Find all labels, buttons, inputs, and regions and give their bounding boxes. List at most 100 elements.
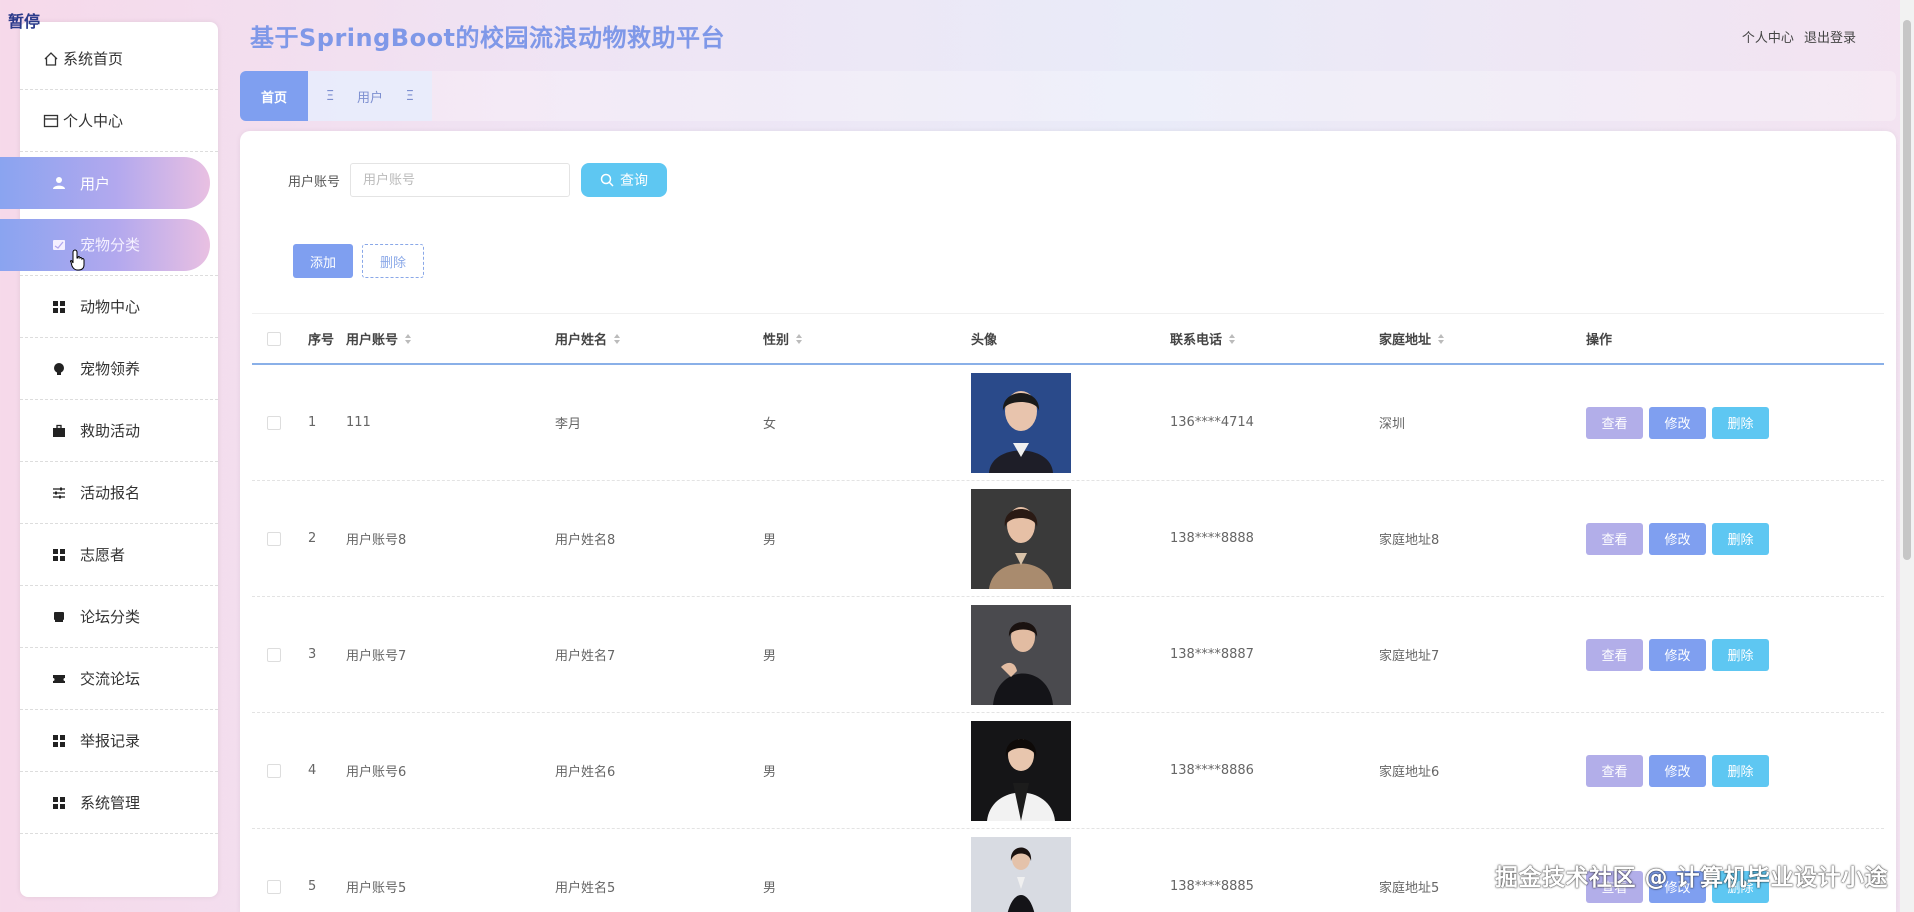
add-button[interactable]: 添加 — [293, 244, 353, 278]
cell-gender: 男 — [763, 533, 777, 548]
hand-cursor-icon — [70, 249, 86, 275]
tab-user[interactable]: Ξ 用户 Ξ — [308, 71, 432, 121]
sidebar-item-volunteer[interactable]: 志愿者 — [20, 524, 218, 586]
sidebar-item-forum-category[interactable]: 论坛分类 — [20, 586, 218, 648]
search-button[interactable]: 查询 — [581, 163, 668, 197]
scrollbar-thumb[interactable] — [1903, 20, 1911, 560]
sidebar-item-user[interactable]: 用户 — [0, 152, 218, 214]
main-panel: 用户账号 查询 添加 删除 序号 用户账号 用户姓名 性别 头像 联系电话 家庭… — [240, 131, 1896, 912]
grid-icon — [50, 732, 68, 750]
search-row: 用户账号 查询 — [288, 163, 668, 197]
cell-address: 家庭地址7 — [1379, 649, 1440, 664]
cell-name: 用户姓名7 — [555, 649, 616, 664]
view-button[interactable]: 查看 — [1586, 406, 1643, 439]
cell-account: 用户账号8 — [346, 533, 407, 548]
sidebar-item-pet-category[interactable]: 宠物分类 — [0, 214, 218, 276]
app-title: 基于SpringBoot的校园流浪动物救助平台 — [250, 24, 726, 52]
header-name[interactable]: 用户姓名 — [555, 329, 763, 348]
cell-phone: 136****4714 — [1170, 415, 1254, 430]
cell-idx: 3 — [308, 647, 317, 662]
cell-account: 用户账号6 — [346, 765, 407, 780]
table-row: 2 用户账号8 用户姓名8 男 138****8888 家庭地址8 查看 修改 … — [252, 481, 1884, 597]
delete-button[interactable]: 删除 — [1712, 638, 1769, 671]
header-address[interactable]: 家庭地址 — [1379, 329, 1586, 348]
view-button[interactable]: 查看 — [1586, 638, 1643, 671]
sidebar-item-personal[interactable]: 个人中心 — [20, 90, 218, 152]
row-checkbox[interactable] — [267, 647, 281, 662]
sidebar-item-system[interactable]: 系统管理 — [20, 772, 218, 834]
cell-idx: 4 — [308, 763, 317, 778]
sidebar-item-forum[interactable]: 交流论坛 — [20, 648, 218, 710]
avatar[interactable] — [971, 488, 1071, 589]
grid-icon — [50, 298, 68, 316]
avatar[interactable] — [971, 604, 1071, 705]
search-label: 用户账号 — [288, 174, 341, 190]
avatar[interactable] — [971, 372, 1071, 473]
header-account[interactable]: 用户账号 — [346, 329, 555, 348]
cell-name: 李月 — [555, 417, 582, 432]
search-input[interactable] — [350, 163, 571, 197]
edit-button[interactable]: 修改 — [1649, 522, 1706, 555]
grid-icon — [50, 794, 68, 812]
sidebar-item-label: 系统首页 — [63, 50, 124, 68]
cell-phone: 138****8886 — [1170, 763, 1254, 778]
cell-gender: 男 — [763, 649, 777, 664]
tab-home[interactable]: 首页 — [240, 71, 308, 121]
logout-link[interactable]: 退出登录 — [1804, 31, 1856, 46]
edit-button[interactable]: 修改 — [1649, 754, 1706, 787]
delete-button[interactable]: 删除 — [1712, 522, 1769, 555]
sort-icon[interactable] — [1437, 333, 1445, 345]
batch-delete-button[interactable]: 删除 — [362, 244, 424, 278]
sidebar-item-report[interactable]: 举报记录 — [20, 710, 218, 772]
sort-icon[interactable] — [1228, 333, 1236, 345]
sidebar-item-adoption[interactable]: 宠物领养 — [20, 338, 218, 400]
delete-button[interactable]: 删除 — [1712, 754, 1769, 787]
row-checkbox[interactable] — [267, 763, 281, 778]
table-row: 4 用户账号6 用户姓名6 男 138****8886 家庭地址6 查看 修改 … — [252, 713, 1884, 829]
sort-icon[interactable] — [795, 333, 803, 345]
select-all-checkbox[interactable] — [267, 331, 281, 346]
sidebar-item-label: 个人中心 — [63, 112, 124, 130]
card-icon — [42, 112, 60, 130]
header-phone[interactable]: 联系电话 — [1170, 329, 1379, 348]
grid-icon — [50, 546, 68, 564]
personal-center-link[interactable]: 个人中心 — [1742, 31, 1794, 46]
pause-label: 暂停 — [8, 12, 41, 31]
sidebar-item-label: 宠物分类 — [80, 236, 141, 254]
avatar[interactable] — [971, 720, 1071, 821]
sidebar-item-signup[interactable]: 活动报名 — [20, 462, 218, 524]
cell-gender: 女 — [763, 417, 777, 432]
view-button[interactable]: 查看 — [1586, 522, 1643, 555]
row-checkbox[interactable] — [267, 879, 281, 894]
row-checkbox[interactable] — [267, 415, 281, 430]
cell-gender: 男 — [763, 881, 777, 896]
sidebar-item-animal-center[interactable]: 动物中心 — [20, 276, 218, 338]
row-checkbox[interactable] — [267, 531, 281, 546]
edit-button[interactable]: 修改 — [1649, 638, 1706, 671]
sliders-icon — [50, 484, 68, 502]
sidebar-item-home[interactable]: 系统首页 — [20, 28, 218, 90]
cell-idx: 2 — [308, 531, 317, 546]
sidebar-item-label: 系统管理 — [80, 794, 141, 812]
cell-phone: 138****8888 — [1170, 531, 1254, 546]
delete-button[interactable]: 删除 — [1712, 406, 1769, 439]
sort-icon[interactable] — [613, 333, 621, 345]
user-icon — [50, 174, 68, 192]
sort-icon[interactable] — [404, 333, 412, 345]
watermark: 掘金技术社区 @ 计算机毕业设计小途 — [1494, 865, 1888, 891]
header-idx: 序号 — [308, 333, 335, 348]
sidebar-item-rescue[interactable]: 救助活动 — [20, 400, 218, 462]
avatar[interactable] — [971, 836, 1071, 912]
sidebar-item-label: 动物中心 — [80, 298, 141, 316]
header-gender[interactable]: 性别 — [763, 329, 971, 348]
sidebar-item-label: 论坛分类 — [80, 608, 141, 626]
edit-button[interactable]: 修改 — [1649, 406, 1706, 439]
sidebar-item-label: 交流论坛 — [80, 670, 141, 688]
cell-phone: 138****8887 — [1170, 647, 1254, 662]
page-scrollbar[interactable] — [1900, 0, 1914, 912]
chat-icon — [50, 608, 68, 626]
table-row: 3 用户账号7 用户姓名7 男 138****8887 家庭地址7 查看 修改 … — [252, 597, 1884, 713]
view-button[interactable]: 查看 — [1586, 754, 1643, 787]
search-icon — [600, 173, 614, 187]
tab-user-label: 用户 — [356, 90, 383, 106]
